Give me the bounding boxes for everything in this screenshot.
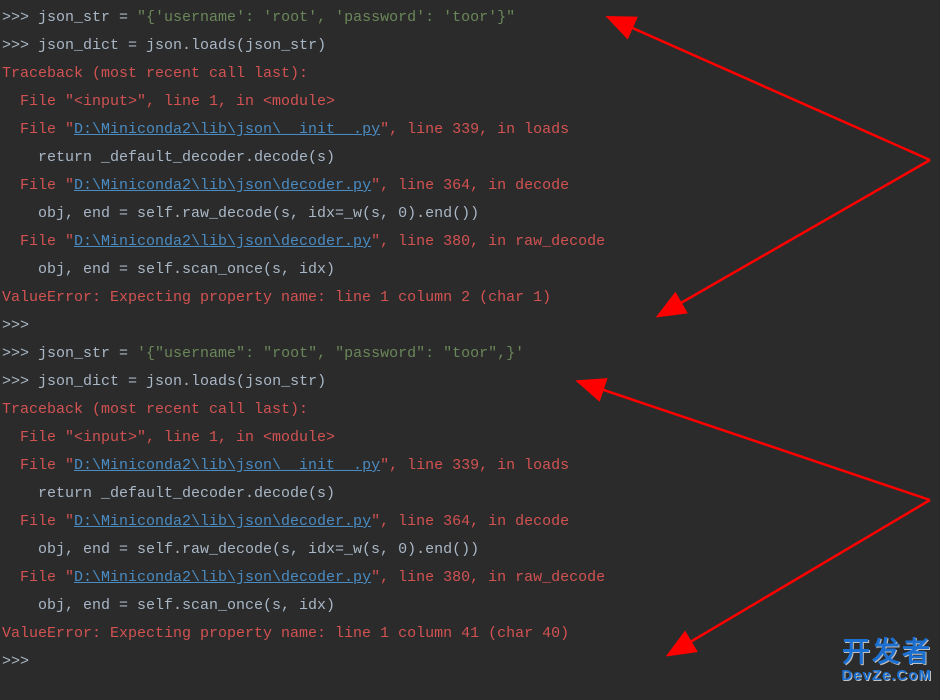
prompt: >>>	[2, 317, 29, 334]
traceback-code-6: obj, end = self.scan_once(s, idx)	[2, 592, 938, 620]
repl-line-assign-4: >>> json_dict = json.loads(json_str)	[2, 368, 938, 396]
traceback-header-2: Traceback (most recent call last):	[2, 396, 938, 424]
traceback-code-2: obj, end = self.raw_decode(s, idx=_w(s, …	[2, 200, 938, 228]
string-literal: '{"username": "root", "password": "toor"…	[137, 345, 524, 362]
traceback-frame-5: File "D:\Miniconda2\lib\json\decoder.py"…	[2, 508, 938, 536]
traceback-code-4: return _default_decoder.decode(s)	[2, 480, 938, 508]
prompt: >>>	[2, 653, 29, 670]
tb-file-link[interactable]: D:\Miniconda2\lib\json\decoder.py	[74, 233, 371, 250]
prompt: >>>	[2, 37, 38, 54]
error-message-1: ValueError: Expecting property name: lin…	[2, 284, 938, 312]
repl-line-assign-2: >>> json_dict = json.loads(json_str)	[2, 32, 938, 60]
traceback-frame-2: File "D:\Miniconda2\lib\json\decoder.py"…	[2, 172, 938, 200]
var-json-str: json_str	[38, 345, 110, 362]
traceback-frame-3: File "D:\Miniconda2\lib\json\decoder.py"…	[2, 228, 938, 256]
repl-line-assign-3: >>> json_str = '{"username": "root", "pa…	[2, 340, 938, 368]
tb-file-input: <input>	[74, 429, 137, 446]
var-json-dict: json_dict	[38, 37, 119, 54]
repl-empty-prompt[interactable]: >>>	[2, 648, 938, 676]
tb-file-input: <input>	[74, 93, 137, 110]
tb-file-link[interactable]: D:\Miniconda2\lib\json\decoder.py	[74, 513, 371, 530]
var-json-str: json_str	[38, 9, 110, 26]
traceback-code-1: return _default_decoder.decode(s)	[2, 144, 938, 172]
traceback-frame-input: File "<input>", line 1, in <module>	[2, 88, 938, 116]
tb-file-link[interactable]: D:\Miniconda2\lib\json\__init__.py	[74, 121, 380, 138]
repl-line-assign-1: >>> json_str = "{'username': 'root', 'pa…	[2, 4, 938, 32]
func-call: json.loads(json_str)	[146, 373, 326, 390]
traceback-code-5: obj, end = self.raw_decode(s, idx=_w(s, …	[2, 536, 938, 564]
tb-file-link[interactable]: D:\Miniconda2\lib\json\decoder.py	[74, 177, 371, 194]
prompt: >>>	[2, 345, 38, 362]
traceback-code-3: obj, end = self.scan_once(s, idx)	[2, 256, 938, 284]
string-literal: "{'username': 'root', 'password': 'toor'…	[137, 9, 515, 26]
tb-file-link[interactable]: D:\Miniconda2\lib\json\decoder.py	[74, 569, 371, 586]
traceback-frame-1: File "D:\Miniconda2\lib\json\__init__.py…	[2, 116, 938, 144]
var-json-dict: json_dict	[38, 373, 119, 390]
traceback-header: Traceback (most recent call last):	[2, 60, 938, 88]
traceback-frame-input-2: File "<input>", line 1, in <module>	[2, 424, 938, 452]
prompt: >>>	[2, 373, 38, 390]
prompt: >>>	[2, 9, 38, 26]
func-call: json.loads(json_str)	[146, 37, 326, 54]
traceback-frame-4: File "D:\Miniconda2\lib\json\__init__.py…	[2, 452, 938, 480]
traceback-frame-6: File "D:\Miniconda2\lib\json\decoder.py"…	[2, 564, 938, 592]
repl-empty-prompt: >>>	[2, 312, 938, 340]
tb-file-link[interactable]: D:\Miniconda2\lib\json\__init__.py	[74, 457, 380, 474]
error-message-2: ValueError: Expecting property name: lin…	[2, 620, 938, 648]
